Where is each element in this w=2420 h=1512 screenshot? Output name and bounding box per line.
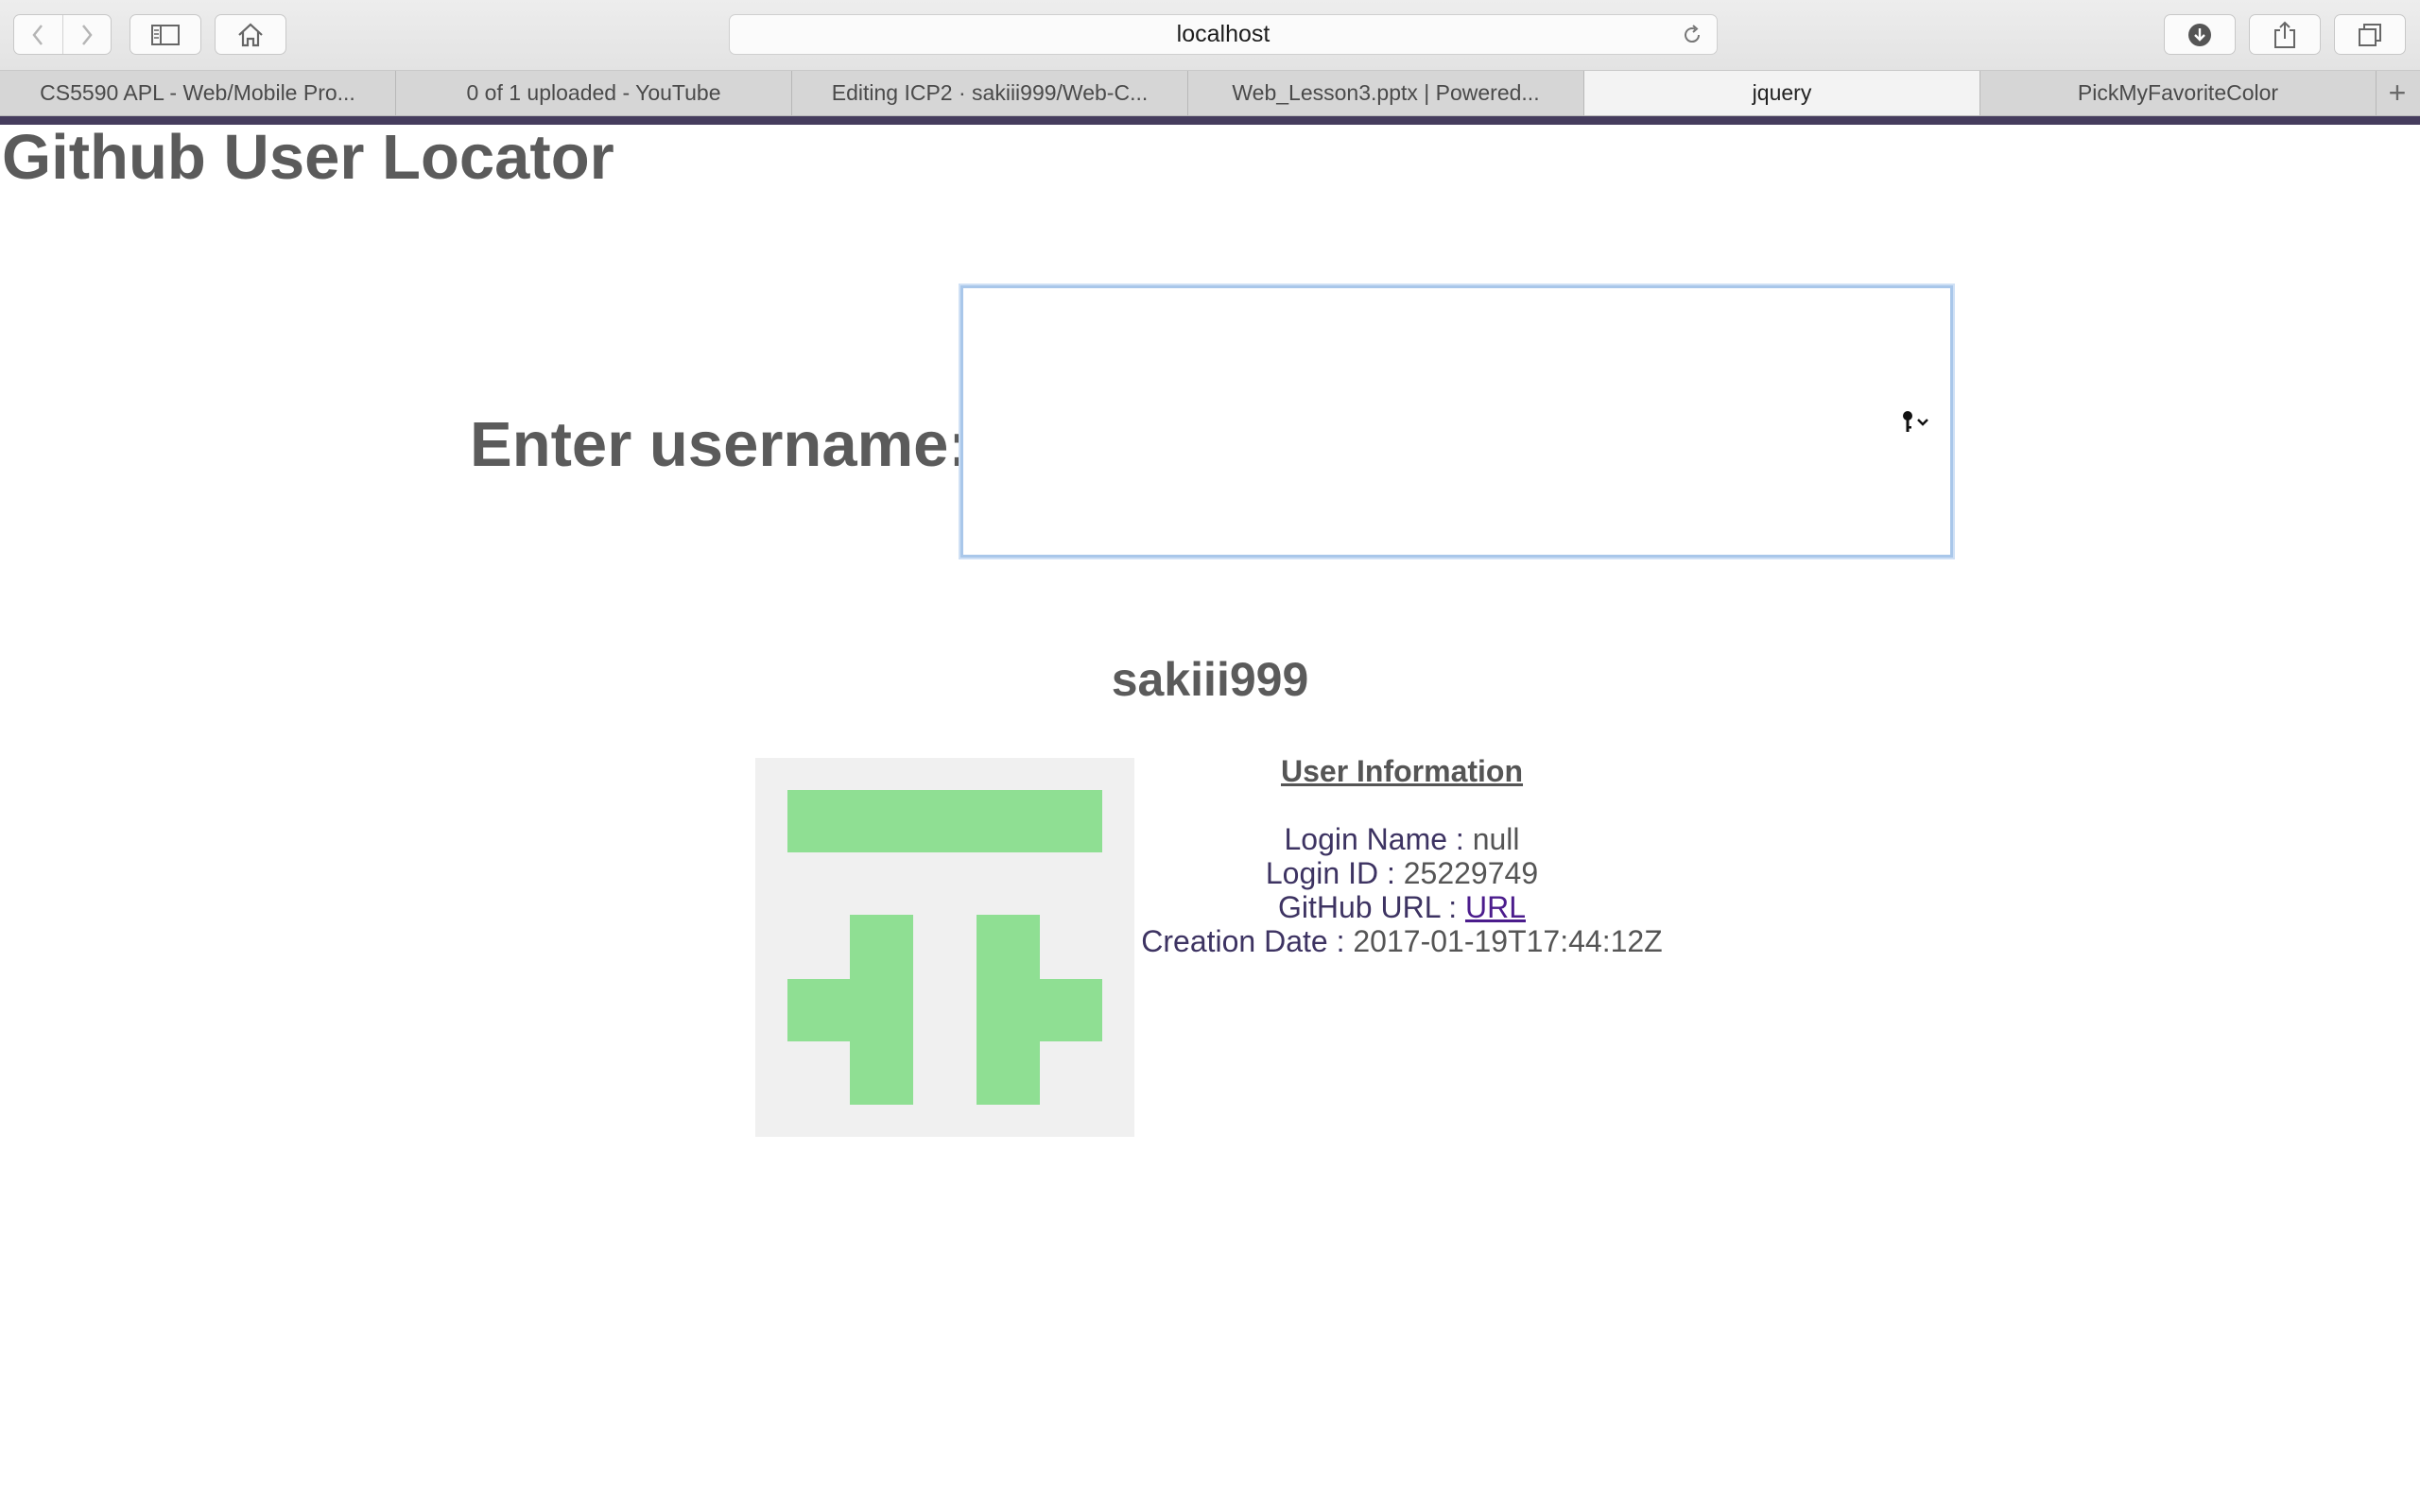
key-icon[interactable] [1900,408,1934,435]
user-information-heading: User Information [1280,754,1524,788]
login-id-row: Login ID : 25229749 [1137,856,1667,890]
show-tabs-button[interactable] [2334,14,2406,55]
username-input[interactable] [960,285,1953,558]
forward-button[interactable] [61,15,112,54]
avatar-block [1038,979,1102,1041]
creation-date-label: Creation Date : [1141,924,1345,958]
username-label: Enter username: [470,409,970,480]
avatar-block [850,915,913,1105]
tab-editing-icp2[interactable]: Editing ICP2 · sakiii999/Web-C... [792,71,1188,115]
back-button[interactable] [14,15,62,54]
share-button[interactable] [2249,14,2321,55]
tab-pickmyfavoritecolor[interactable]: PickMyFavoriteColor [1980,71,2377,115]
tab-cs5590[interactable]: CS5590 APL - Web/Mobile Pro... [0,71,396,115]
nav-button-group [13,14,112,55]
login-name-label: Login Name : [1284,822,1464,856]
login-name-row: Login Name : null [1137,822,1667,856]
share-icon [2274,21,2295,48]
page-title: Github User Locator [2,122,614,193]
avatar-block [787,790,1102,852]
tab-bar: CS5590 APL - Web/Mobile Pro... 0 of 1 up… [0,71,2420,116]
chevron-right-icon [81,24,93,45]
address-text: localhost [1176,21,1270,47]
github-url-label: GitHub URL : [1278,890,1458,924]
sidebar-button[interactable] [130,14,201,55]
creation-date-value: 2017-01-19T17:44:12Z [1353,924,1663,958]
address-bar[interactable]: localhost [729,14,1718,55]
browser-toolbar: localhost [0,0,2420,71]
download-button[interactable] [2164,14,2236,55]
sidebar-icon [151,24,180,45]
tab-jquery[interactable]: jquery [1584,71,1980,115]
github-url-link[interactable]: URL [1465,890,1526,924]
avatar-block [787,979,852,1041]
login-name-value: null [1472,822,1520,856]
login-id-label: Login ID : [1265,856,1395,890]
download-icon [2188,23,2211,46]
chevron-left-icon [32,24,43,45]
user-information-panel: User Information Login Name : null Login… [1137,754,1667,958]
tabs-icon [2359,23,2381,46]
home-icon [238,23,263,46]
login-id-value: 25229749 [1403,856,1539,890]
tab-youtube[interactable]: 0 of 1 uploaded - YouTube [396,71,792,115]
creation-date-row: Creation Date : 2017-01-19T17:44:12Z [1137,924,1667,958]
new-tab-button[interactable]: + [2377,71,2418,115]
user-login-heading: sakiii999 [1111,653,1309,706]
home-button[interactable] [215,14,286,55]
avatar-block [977,915,1040,1105]
github-url-row: GitHub URL : URL [1137,890,1667,924]
reload-icon[interactable] [1681,24,1703,46]
user-avatar [755,758,1134,1137]
tab-web-lesson3[interactable]: Web_Lesson3.pptx | Powered... [1188,71,1584,115]
